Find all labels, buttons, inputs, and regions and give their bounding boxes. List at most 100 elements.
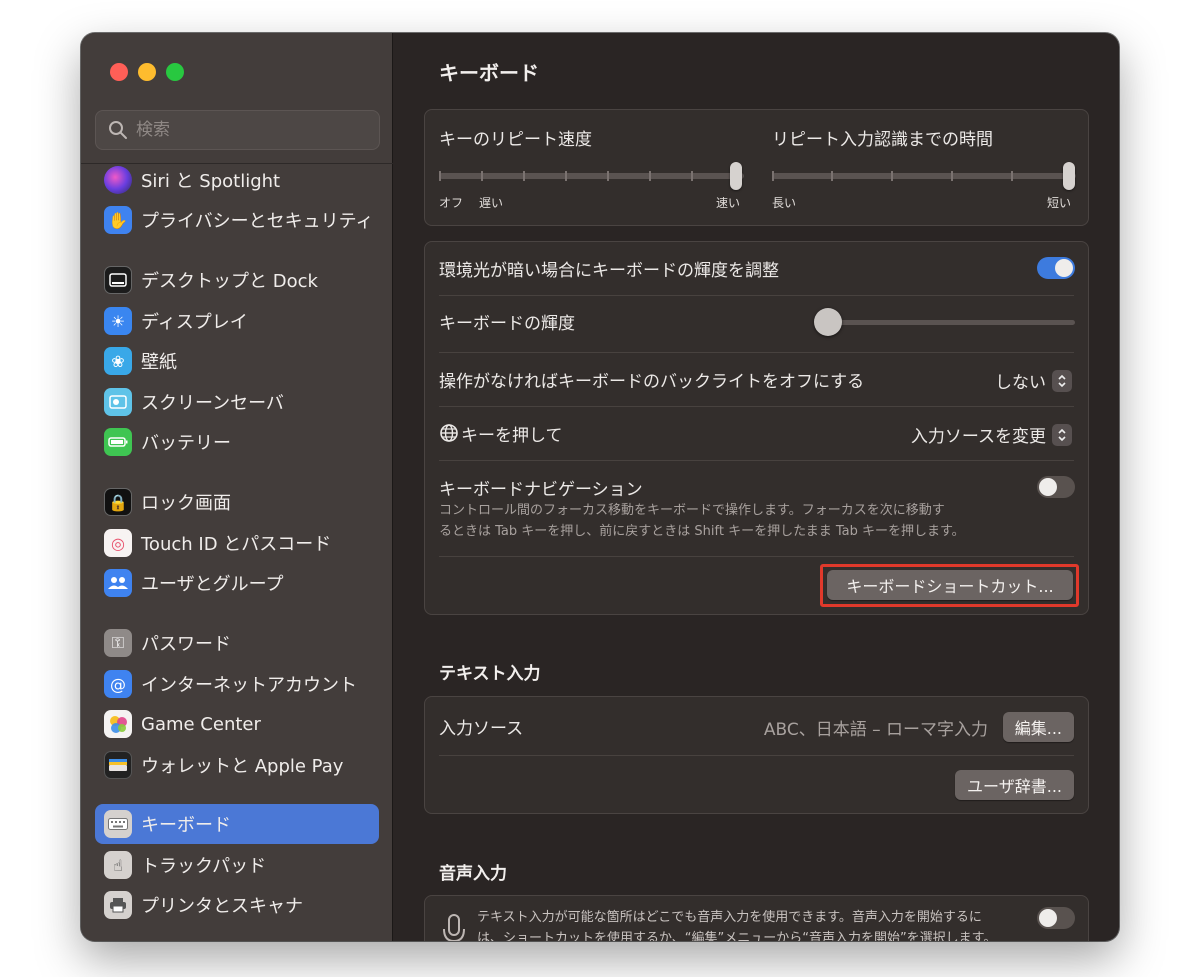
repeat-delay-label: リピート入力認識までの時間 (772, 130, 993, 150)
sidebar-item-screensaver[interactable]: スクリーンセーバ (95, 382, 379, 422)
page-title: キーボード (439, 61, 539, 85)
slider-tick (649, 171, 651, 181)
slider-tick (523, 171, 525, 181)
backlight-off-row: 操作がなければキーボードのバックライトをオフにする (439, 366, 1074, 392)
sidebar-item-trackpad[interactable]: ☝ トラックパッド (95, 845, 379, 885)
siri-icon (104, 166, 132, 194)
search-input[interactable] (136, 120, 366, 140)
globe-key-value: 入力ソースを変更 (910, 427, 1046, 447)
sidebar-item-touch-id[interactable]: ◎ Touch ID とパスコード (95, 523, 379, 563)
dock-icon (104, 266, 132, 294)
keyboard-navigation-toggle[interactable] (1037, 476, 1075, 498)
sidebar-item-display[interactable]: ☀ ディスプレイ (95, 301, 379, 341)
key-repeat-group: キーのリピート速度 オフ 遅い 速い リピート入力認識までの時間 長い 短い (424, 109, 1089, 226)
rate-max-label: 速い (716, 196, 741, 210)
fingerprint-icon: ◎ (104, 529, 132, 557)
sidebar-item-privacy[interactable]: ✋ プライバシーとセキュリティ (95, 200, 379, 240)
text-input-group: 入力ソース ABC、日本語 – ローマ字入力 編集... ユーザ辞書... (424, 696, 1089, 814)
hand-icon: ✋ (104, 206, 132, 234)
sun-icon: ☀ (104, 307, 132, 335)
zoom-button[interactable] (166, 63, 184, 81)
printer-icon (104, 891, 132, 919)
row-separator (439, 755, 1074, 756)
battery-icon (104, 428, 132, 456)
brightness-label: キーボードの輝度 (439, 313, 575, 334)
keyboard-navigation-description-1: コントロール間のフォーカス移動をキーボードで操作します。フォーカスを次に移動す (439, 503, 945, 518)
sidebar-item-printers[interactable]: プリンタとスキャナ (95, 885, 379, 925)
sidebar-item-game-center[interactable]: Game Center (95, 704, 379, 744)
close-button[interactable] (110, 63, 128, 81)
trackpad-icon: ☝ (104, 851, 132, 879)
key-icon: ⚿ (104, 629, 132, 657)
slider-tick (951, 171, 953, 181)
dictation-group: テキスト入力が可能な箇所はどこでも音声入力を使用できます。音声入力を開始するに … (424, 895, 1089, 941)
keyboard-navigation-description-2: るときは Tab キーを押し、前に戻すときは Shift キーを押したまま Ta… (439, 524, 965, 539)
sidebar-item-users[interactable]: ユーザとグループ (95, 563, 379, 603)
brightness-slider[interactable] (820, 320, 1075, 325)
sidebar-item-label: トラックパッド (141, 856, 267, 877)
search-field[interactable] (95, 110, 380, 150)
sidebar-item-battery[interactable]: バッテリー (95, 422, 379, 462)
highlight-box (820, 564, 1079, 607)
sidebar-item-passwords[interactable]: ⚿ パスワード (95, 623, 379, 663)
sidebar-item-label: プライバシーとセキュリティ (141, 211, 374, 232)
repeat-delay-slider[interactable] (772, 173, 1076, 179)
slider-tick (439, 171, 441, 181)
sidebar-item-siri[interactable]: Siri と Spotlight (95, 160, 379, 200)
screensaver-icon (104, 388, 132, 416)
dictation-description-2: は、ショートカットを使用するか、“編集”メニューから“音声入力を開始”を選択しま… (477, 931, 997, 941)
input-source-label: 入力ソース (439, 718, 524, 739)
row-separator (439, 460, 1074, 461)
row-separator (439, 556, 1074, 557)
row-separator (439, 406, 1074, 407)
slider-tick (565, 171, 567, 181)
key-repeat-rate-label: キーのリピート速度 (439, 130, 592, 150)
sidebar-item-lock-screen[interactable]: 🔒 ロック画面 (95, 482, 379, 522)
auto-brightness-row: 環境光が暗い場合にキーボードの輝度を調整 (439, 255, 1074, 281)
edit-input-sources-button[interactable]: 編集... (1002, 712, 1074, 742)
sidebar-item-label: インターネットアカウント (141, 675, 357, 696)
brightness-knob[interactable] (814, 308, 842, 336)
rate-min-label-slow: 遅い (479, 196, 504, 210)
dictation-toggle[interactable] (1037, 907, 1075, 929)
sidebar-item-wallet[interactable]: ウォレットと Apple Pay (95, 745, 379, 785)
sidebar-item-label: Game Center (141, 713, 261, 735)
main-pane: キーボード キーのリピート速度 オフ 遅い 速い リピート入力認識までの時間 長 (394, 33, 1119, 941)
key-repeat-rate-knob[interactable] (730, 162, 742, 190)
key-repeat-rate-slider[interactable] (439, 173, 744, 179)
minimize-button[interactable] (138, 63, 156, 81)
sidebar-item-label: ディスプレイ (141, 312, 248, 333)
row-separator (439, 352, 1074, 353)
slider-tick (831, 171, 833, 181)
keyboard-settings-group: 環境光が暗い場合にキーボードの輝度を調整 キーボードの輝度 操作がなければキーボ… (424, 241, 1089, 615)
sidebar-item-wallpaper[interactable]: ❀ 壁紙 (95, 341, 379, 381)
microphone-icon (443, 914, 465, 941)
chevron-up-down-icon (1052, 369, 1072, 392)
sidebar-item-internet-accounts[interactable]: @ インターネットアカウント (95, 664, 379, 704)
sidebar-item-label: ユーザとグループ (141, 574, 284, 595)
user-dictionary-button[interactable]: ユーザ辞書... (955, 770, 1074, 800)
input-source-value: ABC、日本語 – ローマ字入力 (763, 720, 988, 740)
chevron-up-down-icon (1052, 423, 1072, 446)
sidebar-item-label: パスワード (141, 634, 231, 655)
globe-key-label: キーを押して (461, 425, 563, 446)
sidebar-item-label: デスクトップと Dock (141, 271, 318, 292)
globe-key-popup[interactable]: 入力ソースを変更 (911, 422, 1072, 447)
globe-icon (440, 424, 458, 442)
slider-tick (891, 171, 893, 181)
search-icon (109, 121, 127, 139)
keyboard-icon (104, 810, 132, 838)
sidebar-item-label: ウォレットと Apple Pay (141, 756, 344, 777)
backlight-off-popup[interactable]: しない (995, 368, 1072, 393)
sidebar-item-desktop-dock[interactable]: デスクトップと Dock (95, 260, 379, 300)
at-icon: @ (104, 670, 132, 698)
lock-icon: 🔒 (104, 488, 132, 516)
rate-min-label-off: オフ (439, 196, 464, 210)
keyboard-navigation-label: キーボードナビゲーション (439, 479, 643, 500)
repeat-delay-knob[interactable] (1063, 162, 1075, 190)
sidebar-item-label: ロック画面 (141, 493, 231, 514)
auto-brightness-toggle[interactable] (1037, 257, 1075, 279)
wallet-icon (104, 751, 132, 779)
sidebar-item-keyboard[interactable]: キーボード (95, 804, 379, 844)
keyboard-navigation-row: キーボードナビゲーション (439, 474, 1074, 500)
